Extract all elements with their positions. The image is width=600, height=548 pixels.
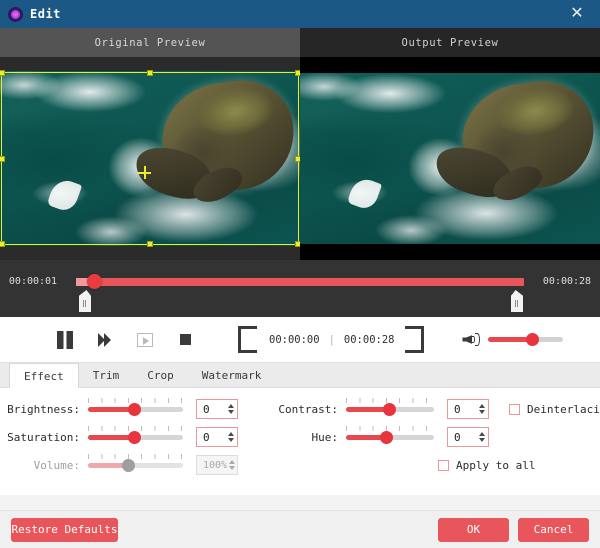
total-time: 00:00:28 (343, 333, 395, 346)
edit-dialog: Edit ✕ Original Preview Output Preview 0… (0, 0, 600, 548)
volume-slider-knob[interactable] (526, 333, 540, 346)
playback-controls: 00:00:00 | 00:00:28 (0, 317, 600, 363)
timeline-bar: 00:00:01 00:00:28 (0, 260, 600, 317)
timeline-trim-end-handle[interactable] (511, 290, 523, 312)
close-icon[interactable]: ✕ (560, 0, 594, 28)
volume-slider[interactable] (488, 333, 564, 346)
saturation-stepper[interactable] (224, 428, 237, 446)
output-preview-label: Output Preview (300, 28, 600, 57)
brightness-slider[interactable] (88, 398, 183, 420)
deinterlacing-label: Deinterlacing (527, 402, 600, 416)
speaker-icon[interactable] (462, 332, 481, 347)
tab-watermark[interactable]: Watermark (188, 363, 276, 387)
dialog-footer: Restore Defaults OK Cancel (0, 510, 600, 548)
timeline-end-time: 00:00:28 (542, 276, 592, 287)
timeline-trim-start-handle[interactable] (79, 290, 91, 312)
hue-value: 0 (454, 430, 461, 444)
hue-label: Hue: (311, 430, 339, 444)
contrast-label: Contrast: (278, 402, 338, 416)
volume-label: Volume: (33, 458, 80, 472)
brightness-contrast-row: Brightness: 0 Contrast: 0 Deinterlaci (0, 396, 600, 422)
volume-stepper (227, 456, 237, 474)
contrast-stepper[interactable] (475, 400, 488, 418)
apply-to-all-label: Apply to all (456, 458, 536, 472)
cancel-button[interactable]: Cancel (518, 517, 589, 542)
timeline-playhead[interactable] (87, 274, 102, 289)
apply-to-all-checkbox-box[interactable] (438, 459, 449, 471)
original-preview-label: Original Preview (0, 28, 300, 57)
mark-out-icon[interactable] (405, 326, 425, 353)
brightness-stepper[interactable] (224, 400, 237, 418)
snapshot-icon[interactable] (137, 332, 153, 347)
brightness-value: 0 (203, 402, 210, 416)
contrast-input[interactable]: 0 (447, 399, 489, 419)
tab-crop[interactable]: Crop (133, 363, 188, 387)
saturation-slider[interactable] (88, 426, 183, 448)
tab-effect[interactable]: Effect (9, 363, 79, 388)
time-display: 00:00:00 | 00:00:28 (269, 334, 394, 346)
preview-panes (0, 57, 600, 260)
title-bar: Edit ✕ (0, 0, 600, 28)
saturation-value: 0 (203, 430, 210, 444)
next-frame-icon[interactable] (98, 332, 112, 347)
brightness-slider-knob[interactable] (127, 403, 141, 416)
saturation-input[interactable]: 0 (196, 427, 238, 447)
saturation-hue-row: Saturation: 0 Hue: 0 (0, 424, 600, 450)
effect-volume-slider (88, 454, 183, 476)
ok-button[interactable]: OK (438, 517, 509, 542)
preview-header-bar: Original Preview Output Preview (0, 28, 600, 57)
time-separator: | (328, 333, 335, 346)
hue-slider-knob[interactable] (380, 431, 394, 444)
saturation-label: Saturation: (7, 430, 80, 444)
hue-input[interactable]: 0 (447, 427, 489, 447)
target-icon (8, 6, 23, 22)
effect-volume-slider-knob (122, 459, 136, 472)
contrast-slider-knob[interactable] (382, 403, 396, 416)
deinterlacing-checkbox-box[interactable] (509, 403, 520, 415)
pause-icon[interactable] (57, 330, 73, 349)
brightness-label: Brightness: (7, 402, 80, 416)
original-video-frame (0, 71, 300, 246)
timeline-track[interactable] (66, 273, 534, 317)
volume-value: 100% (203, 459, 228, 471)
timeline-range-bar[interactable] (76, 278, 524, 286)
hue-slider[interactable] (346, 426, 434, 448)
mark-in-icon[interactable] (238, 326, 257, 353)
output-video-frame (300, 73, 600, 244)
tab-bar: Effect Trim Crop Watermark (0, 363, 600, 388)
volume-row: Volume: 100% Apply to all (0, 452, 600, 478)
output-preview-pane[interactable] (300, 57, 600, 260)
deinterlacing-checkbox[interactable]: Deinterlacing (509, 403, 600, 416)
saturation-slider-knob[interactable] (127, 431, 141, 444)
contrast-value: 0 (454, 402, 461, 416)
current-time: 00:00:00 (269, 333, 320, 346)
stop-icon[interactable] (180, 334, 191, 345)
volume-input: 100% (196, 455, 238, 475)
restore-defaults-button[interactable]: Restore Defaults (11, 517, 118, 542)
hue-stepper[interactable] (475, 428, 488, 446)
window-title: Edit (30, 7, 61, 21)
original-preview-pane[interactable] (0, 57, 300, 260)
timeline-start-time: 00:00:01 (8, 276, 58, 287)
brightness-input[interactable]: 0 (196, 399, 238, 419)
tab-trim[interactable]: Trim (79, 363, 134, 387)
effect-panel: Brightness: 0 Contrast: 0 Deinterlaci Sa… (0, 388, 600, 495)
apply-to-all-checkbox[interactable]: Apply to all (438, 459, 535, 472)
contrast-slider[interactable] (346, 398, 434, 420)
